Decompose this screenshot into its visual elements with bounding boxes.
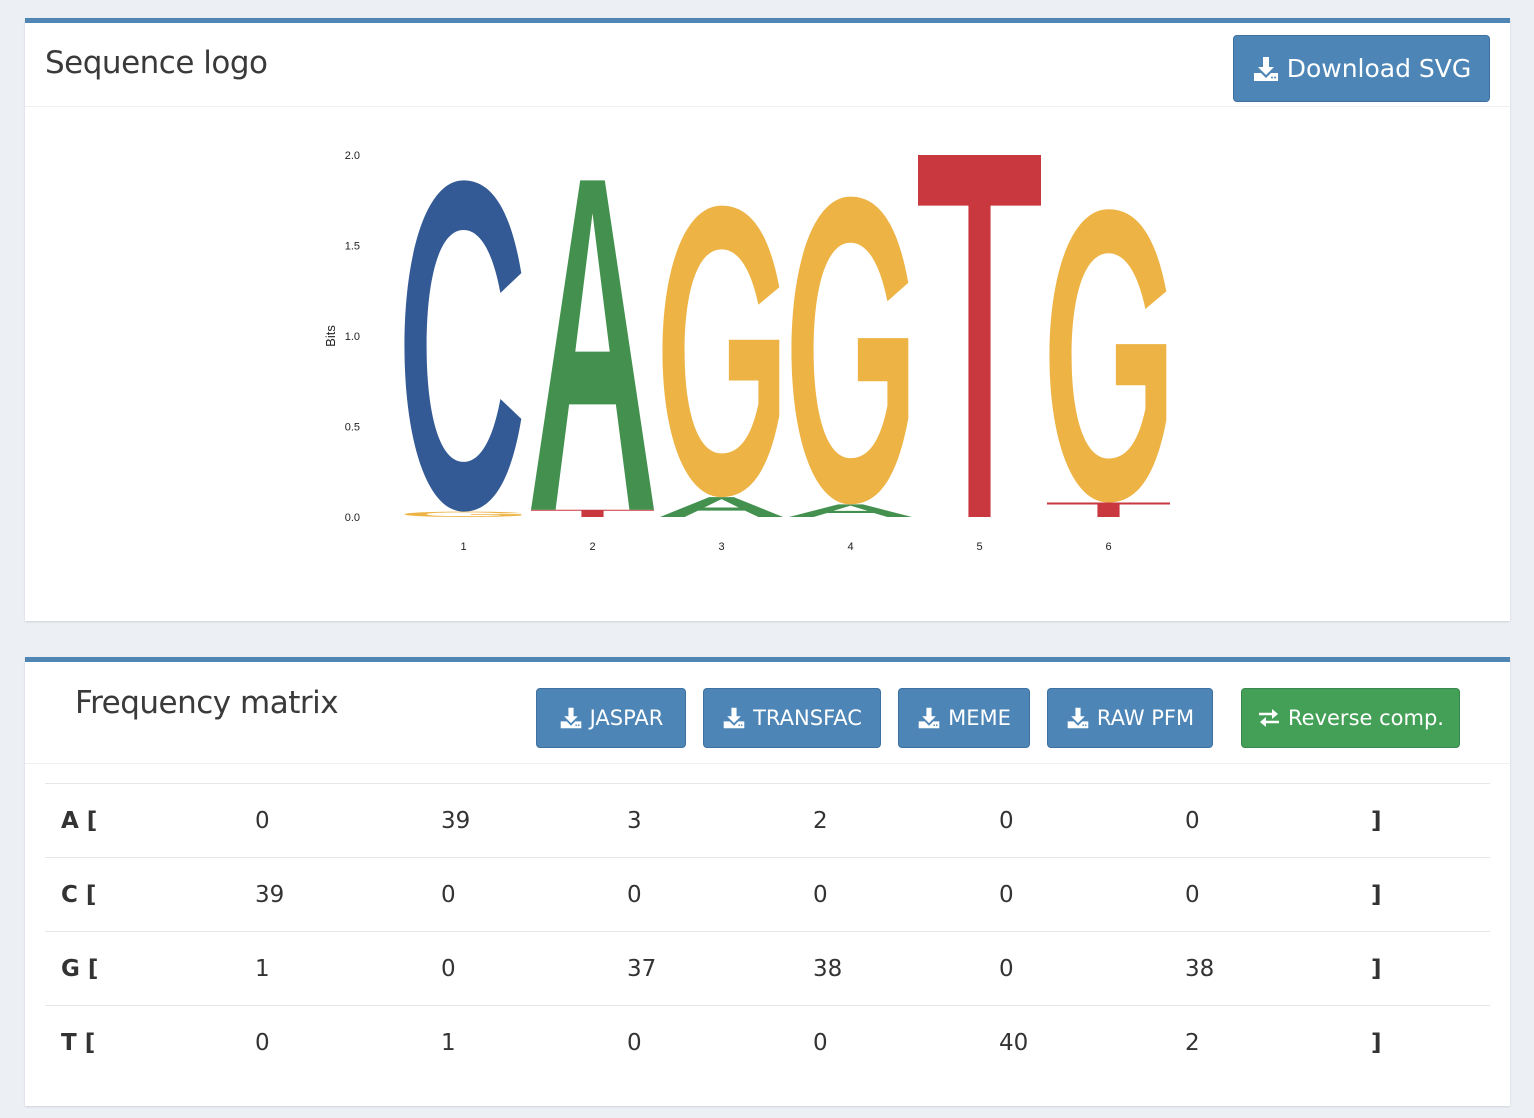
- x-position-label: 2: [589, 541, 595, 553]
- download-icon: [559, 706, 583, 730]
- transfac-label: TRANSFAC: [753, 706, 862, 730]
- download-icon: [917, 706, 941, 730]
- logo-letter-g-pos4: [791, 196, 909, 505]
- matrix-cell: 39: [255, 857, 441, 932]
- transfac-download-button[interactable]: TRANSFAC: [703, 688, 881, 748]
- raw-pfm-label: RAW PFM: [1096, 706, 1195, 730]
- matrix-row: C [39 0 0 0 0 0]: [45, 857, 1490, 932]
- download-svg-label: Download SVG: [1286, 54, 1472, 83]
- reverse-comp-label: Reverse comp.: [1288, 706, 1444, 730]
- matrix-cell: 0: [813, 857, 999, 932]
- matrix-cell: 0: [999, 783, 1185, 858]
- matrix-row-close-bracket: ]: [1371, 783, 1490, 858]
- matrix-panel-title: Frequency matrix: [75, 685, 339, 721]
- y-tick-label: 2.0: [345, 150, 360, 162]
- matrix-cell: 2: [813, 783, 999, 858]
- logo-letter-c-pos1: [404, 180, 522, 512]
- reverse-complement-button[interactable]: Reverse comp.: [1241, 688, 1460, 748]
- matrix-row: A [0 39 3 2 0 0]: [45, 783, 1490, 858]
- matrix-row: T [0 1 0 0 40 2]: [45, 1005, 1490, 1080]
- y-axis-label: Bits: [323, 325, 338, 347]
- logo-letter-t-pos2: [531, 509, 654, 517]
- matrix-cell: 0: [441, 931, 627, 1006]
- logo-letter-g-pos6: [1049, 209, 1167, 503]
- download-icon: [1252, 55, 1280, 83]
- logo-letter-t-pos5: [918, 155, 1041, 517]
- matrix-row-close-bracket: ]: [1371, 857, 1490, 932]
- matrix-cell: 0: [255, 783, 441, 858]
- matrix-cell: 0: [999, 931, 1185, 1006]
- matrix-cell: 0: [627, 857, 813, 932]
- matrix-cell: 0: [255, 1005, 441, 1080]
- logo-letter-a-pos4: [789, 504, 912, 517]
- matrix-cell: 40: [999, 1005, 1185, 1080]
- jaspar-download-button[interactable]: JASPAR: [536, 688, 686, 748]
- download-icon: [1066, 706, 1090, 730]
- logo-letter-t-pos6: [1047, 502, 1170, 517]
- matrix-cell: 39: [441, 783, 627, 858]
- download-icon: [722, 706, 746, 730]
- x-position-label: 3: [718, 541, 724, 553]
- logo-chart-area: 0.0 0.5 1.0 1.5 2.0 Bits 1 2 3 4 5 6: [25, 107, 1510, 617]
- logo-letter-g-pos3: [662, 205, 780, 498]
- matrix-cell: 1: [441, 1005, 627, 1080]
- matrix-cell: 2: [1185, 1005, 1371, 1080]
- matrix-row-close-bracket: ]: [1371, 931, 1490, 1006]
- matrix-cell: 0: [1185, 857, 1371, 932]
- matrix-row: G [1 0 37 38 0 38]: [45, 931, 1490, 1006]
- matrix-cell: 0: [813, 1005, 999, 1080]
- matrix-cell: 38: [813, 931, 999, 1006]
- matrix-cell: 0: [1185, 783, 1371, 858]
- frequency-matrix-table: A [0 39 3 2 0 0] C [39 0 0 0 0 0] G [1 0 37 38 0 38] T [0 1…: [45, 783, 1490, 1080]
- logo-panel-header: Sequence logo Download SVG: [25, 23, 1510, 107]
- matrix-cell: 37: [627, 931, 813, 1006]
- x-position-label: 6: [1105, 541, 1111, 553]
- jaspar-label: JASPAR: [589, 706, 664, 730]
- download-svg-button[interactable]: Download SVG: [1233, 35, 1490, 102]
- matrix-cell: 0: [999, 857, 1185, 932]
- logo-letter-a-pos2: [531, 180, 654, 510]
- logo-letter-a-pos3: [660, 497, 783, 517]
- matrix-cell: 38: [1185, 931, 1371, 1006]
- frequency-matrix-panel: Frequency matrix JASPAR TRANSFAC MEME RA…: [25, 657, 1510, 1106]
- swap-arrows-icon: [1257, 707, 1281, 729]
- x-position-label: 1: [460, 541, 466, 553]
- raw-pfm-download-button[interactable]: RAW PFM: [1047, 688, 1213, 748]
- matrix-cell: 0: [627, 1005, 813, 1080]
- matrix-panel-header: Frequency matrix JASPAR TRANSFAC MEME RA…: [25, 662, 1510, 764]
- matrix-row-close-bracket: ]: [1371, 1005, 1490, 1080]
- y-tick-label: 0.0: [345, 512, 360, 524]
- matrix-row-label: C [: [45, 857, 255, 932]
- meme-label: MEME: [948, 706, 1011, 730]
- sequence-logo-chart: 0.0 0.5 1.0 1.5 2.0 Bits 1 2 3 4 5 6: [323, 150, 1170, 553]
- matrix-cell: 3: [627, 783, 813, 858]
- y-tick-label: 1.5: [345, 241, 360, 253]
- matrix-row-label: G [: [45, 931, 255, 1006]
- x-position-label: 5: [976, 541, 982, 553]
- y-tick-label: 0.5: [345, 422, 360, 434]
- x-position-label: 4: [847, 541, 853, 553]
- matrix-row-label: T [: [45, 1005, 255, 1080]
- sequence-logo-panel: Sequence logo Download SVG 0.0 0.5 1.0 1.5 2…: [25, 18, 1510, 621]
- matrix-cell: 0: [441, 857, 627, 932]
- y-tick-label: 1.0: [345, 331, 360, 343]
- logo-panel-title: Sequence logo: [45, 45, 268, 81]
- meme-download-button[interactable]: MEME: [898, 688, 1030, 748]
- matrix-row-label: A [: [45, 783, 255, 858]
- matrix-cell: 1: [255, 931, 441, 1006]
- logo-letter-g-pos1: [404, 511, 522, 517]
